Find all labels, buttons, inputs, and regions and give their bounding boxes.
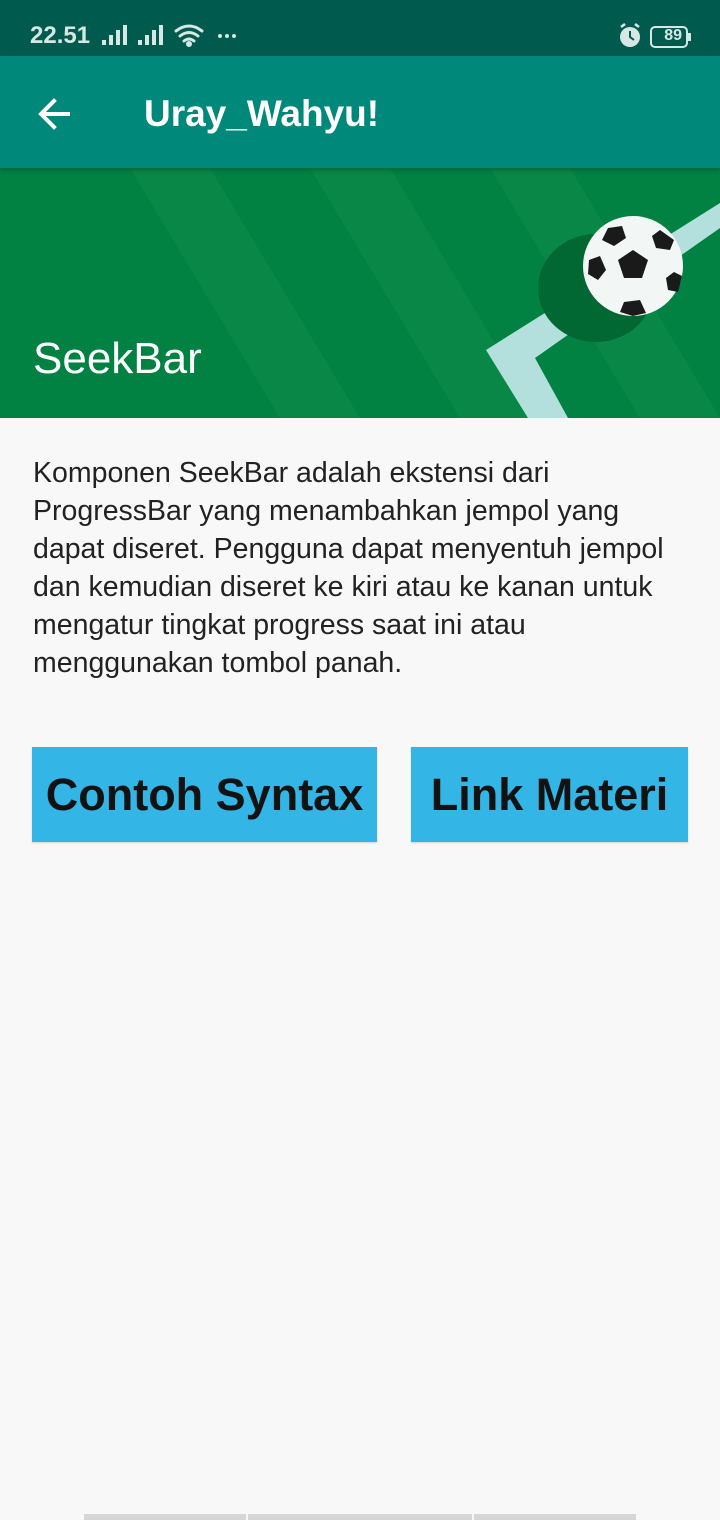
wifi-icon [174, 24, 204, 47]
signal-icon [102, 25, 127, 45]
signal-icon [138, 25, 163, 45]
link-materi-button[interactable]: Link Materi [411, 747, 688, 842]
status-bar: 22.51 89 [0, 0, 720, 56]
contoh-syntax-button[interactable]: Contoh Syntax [32, 747, 377, 842]
nav-handle-left[interactable] [84, 1514, 246, 1520]
status-time: 22.51 [30, 22, 91, 49]
soccer-ball-icon [583, 216, 683, 316]
nav-handle-right[interactable] [474, 1514, 636, 1520]
battery-level: 89 [664, 27, 682, 44]
alarm-icon [620, 23, 640, 47]
banner-title: SeekBar [33, 334, 202, 383]
arrow-left-icon [38, 98, 70, 130]
nav-handle-center[interactable] [248, 1514, 472, 1520]
more-icon [218, 34, 236, 38]
description-text: Komponen SeekBar adalah ekstensi dari Pr… [33, 457, 664, 679]
toolbar-title: Uray_Wahyu! [144, 93, 380, 134]
header-banner: SeekBar [0, 168, 720, 418]
app-toolbar: Uray_Wahyu! [0, 56, 720, 168]
back-button[interactable] [28, 86, 84, 142]
status-icons [102, 24, 236, 47]
